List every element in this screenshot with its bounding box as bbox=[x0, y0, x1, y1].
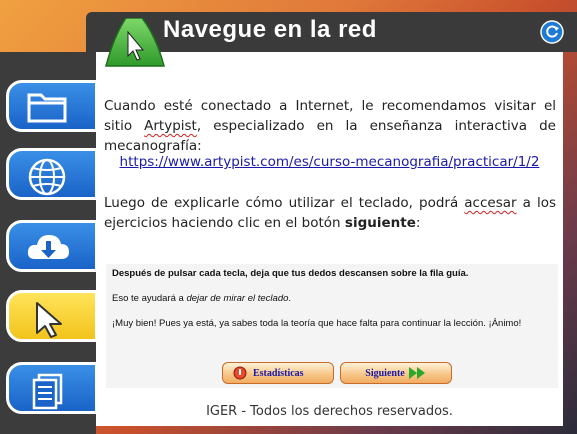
lesson-line-3: ¡Muy bien! Pues ya está, ya sabes toda l… bbox=[112, 318, 522, 329]
refresh-icon[interactable] bbox=[540, 20, 564, 44]
sidebar-item-cloud[interactable] bbox=[6, 220, 98, 272]
content-panel: Cuando esté conectado a Internet, le rec… bbox=[96, 52, 563, 426]
cloud-download-icon bbox=[27, 235, 69, 259]
stats-icon bbox=[233, 366, 247, 380]
intro-paragraph-1: Cuando esté conectado a Internet, le rec… bbox=[104, 98, 556, 154]
lesson-preview: Después de pulsar cada tecla, deja que t… bbox=[106, 264, 558, 388]
cursor-logo-icon bbox=[105, 18, 165, 67]
brand-name: Artypist bbox=[144, 118, 197, 134]
footer-text: IGER - Todos los derechos reservados. bbox=[206, 404, 453, 419]
sidebar-item-cursor[interactable] bbox=[6, 290, 98, 342]
cursor-icon bbox=[36, 302, 62, 338]
stats-button[interactable]: Estadísticas bbox=[222, 362, 334, 384]
sidebar-item-globe[interactable] bbox=[6, 148, 98, 200]
globe-icon bbox=[28, 158, 66, 196]
lesson-line-2: Eso te ayudará a dejar de mirar el tecla… bbox=[112, 293, 292, 304]
lesson-line-1: Después de pulsar cada tecla, deja que t… bbox=[112, 268, 469, 279]
page-title: Navegue en la red bbox=[163, 16, 377, 43]
sidebar-item-folder[interactable] bbox=[6, 80, 98, 132]
sidebar-item-documents[interactable] bbox=[6, 362, 98, 414]
documents-icon bbox=[32, 373, 63, 410]
next-button[interactable]: Siguiente bbox=[340, 362, 452, 384]
artypist-link[interactable]: https://www.artypist.com/es/curso-mecano… bbox=[96, 154, 563, 170]
intro-paragraph-2: Luego de explicarle cómo utilizar el tec… bbox=[104, 195, 556, 231]
double-arrow-icon bbox=[408, 367, 425, 379]
folder-icon bbox=[27, 93, 67, 123]
